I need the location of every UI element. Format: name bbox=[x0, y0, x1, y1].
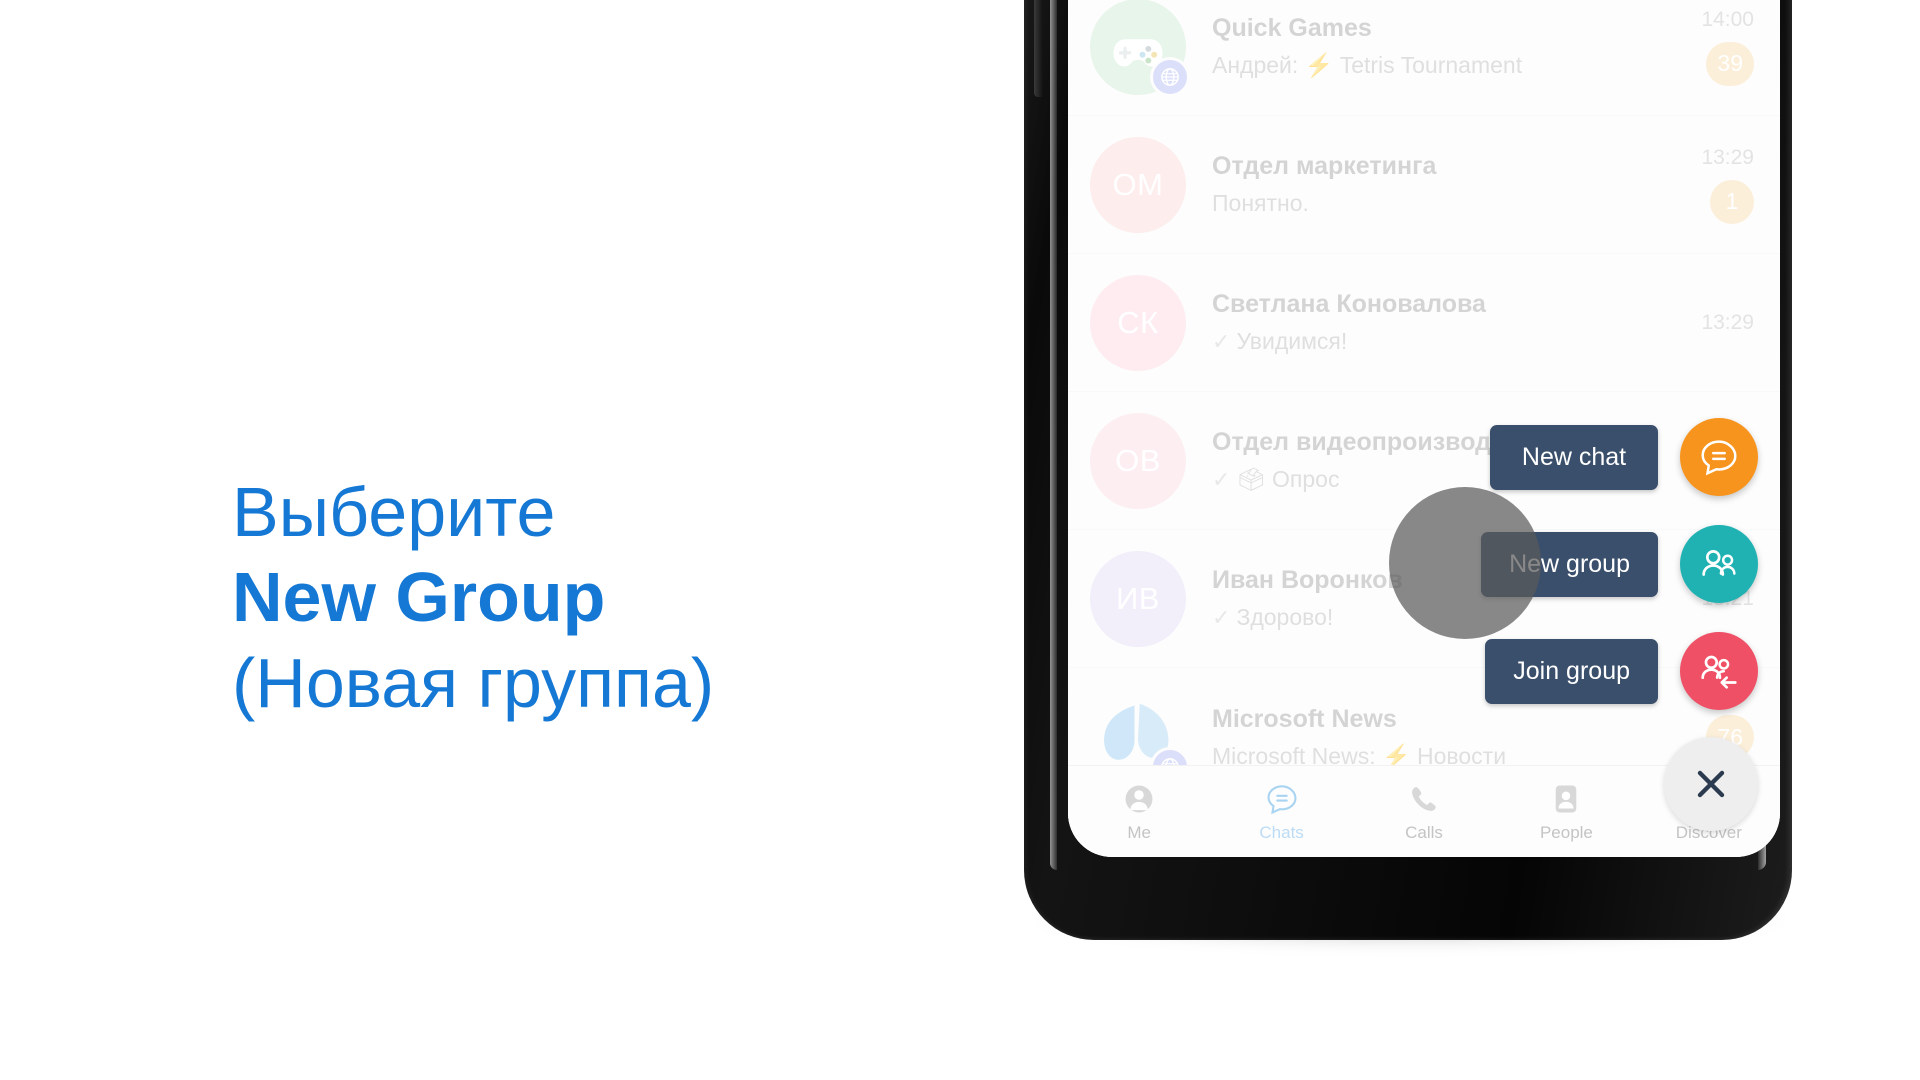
avatar: СК bbox=[1090, 274, 1186, 371]
caption-line-3: (Новая группа) bbox=[232, 643, 715, 722]
read-check-icon: ✓ bbox=[1212, 328, 1231, 354]
chat-title: Отдел маркетинга bbox=[1212, 152, 1437, 180]
person-circle-icon bbox=[1125, 785, 1153, 813]
unread-badge: 1 bbox=[1710, 179, 1754, 224]
fab-button-new-chat[interactable] bbox=[1680, 418, 1758, 496]
fab-menu-item-new-group[interactable]: New group bbox=[1389, 487, 1758, 639]
chat-text-block: Светлана Коновалова ✓ Увидимся! bbox=[1186, 290, 1668, 355]
avatar: ИВ bbox=[1090, 550, 1186, 647]
chat-preview: Андрей: ⚡ Tetris Tournament bbox=[1212, 52, 1668, 79]
phone-left-bezel bbox=[1050, 0, 1057, 870]
two-people-icon bbox=[1702, 550, 1736, 576]
chat-meta: 13:29 1 bbox=[1668, 146, 1754, 224]
chat-timestamp: 13:29 bbox=[1701, 310, 1754, 334]
caption-line-1: Выберите bbox=[232, 473, 556, 551]
read-check-icon: ✓ bbox=[1212, 604, 1231, 630]
chat-preview-text: 🗳 Опрос bbox=[1236, 466, 1340, 492]
fab-menu-item-join-group[interactable]: Join group bbox=[1481, 632, 1758, 710]
chat-meta: 14:00 39 bbox=[1668, 8, 1754, 86]
nav-label-chats: Chats bbox=[1259, 823, 1304, 842]
fab-button-new-group[interactable] bbox=[1680, 525, 1758, 603]
slide-canvas: Выберите New Group (Новая группа) msnMic… bbox=[0, 0, 1920, 1080]
globe-icon bbox=[1161, 67, 1179, 86]
avatar-wrapper: ИВ bbox=[1090, 550, 1186, 647]
chat-list-item[interactable]: ОМ Отдел маркетинга Понятно. 13:29 1 bbox=[1068, 116, 1780, 254]
join-people-icon bbox=[1701, 655, 1737, 689]
chat-meta: 13:29 bbox=[1668, 311, 1754, 335]
unread-badge: 39 bbox=[1706, 41, 1754, 86]
nav-label-people: People bbox=[1539, 823, 1593, 842]
phone-body: msnMicrosoft News: ⚡ Новости79Quick Game… bbox=[1024, 0, 1792, 940]
nav-item-chats[interactable]: Chats bbox=[1210, 780, 1352, 843]
fab-close-button[interactable] bbox=[1664, 737, 1758, 831]
chat-title: Quick Games bbox=[1212, 14, 1372, 42]
avatar-wrapper: СК bbox=[1090, 274, 1186, 371]
caption-line-2: New Group bbox=[232, 558, 606, 637]
fab-label-new-chat[interactable]: New chat bbox=[1490, 424, 1658, 490]
phone-icon bbox=[1412, 787, 1436, 811]
nav-label-calls: Calls bbox=[1405, 823, 1443, 842]
chat-text-block: Quick Games Андрей: ⚡ Tetris Tournament bbox=[1186, 14, 1668, 79]
bot-badge bbox=[1150, 56, 1190, 97]
fab-label-join-group[interactable]: Join group bbox=[1485, 638, 1658, 704]
avatar-wrapper: ОВ bbox=[1090, 412, 1186, 509]
chat-preview-text: Увидимся! bbox=[1236, 328, 1348, 354]
nav-item-me[interactable]: Me bbox=[1068, 780, 1210, 843]
phone-screen: msnMicrosoft News: ⚡ Новости79Quick Game… bbox=[1068, 0, 1780, 857]
avatar: ОВ bbox=[1090, 412, 1186, 509]
chat-preview-text: Здорово! bbox=[1236, 604, 1334, 630]
avatar: ОМ bbox=[1090, 136, 1186, 233]
fab-label-new-group[interactable]: New group bbox=[1481, 531, 1658, 597]
chat-bubble-icon bbox=[1267, 785, 1297, 815]
chat-preview-text: Понятно. bbox=[1212, 190, 1309, 216]
close-icon bbox=[1697, 770, 1725, 798]
fab-action-menu[interactable]: New chat New group Join group bbox=[1389, 418, 1758, 739]
nav-item-calls[interactable]: Calls bbox=[1353, 780, 1495, 843]
nav-item-people[interactable]: People bbox=[1495, 780, 1637, 843]
chat-timestamp: 14:00 bbox=[1701, 7, 1754, 31]
chat-preview: Понятно. bbox=[1212, 190, 1668, 217]
chat-title: Светлана Коновалова bbox=[1212, 290, 1486, 318]
read-check-icon: ✓ bbox=[1212, 466, 1231, 492]
chat-timestamp: 13:29 bbox=[1701, 145, 1754, 169]
chat-preview: ✓ Увидимся! bbox=[1212, 328, 1668, 355]
chat-list-item[interactable]: СК Светлана Коновалова ✓ Увидимся! 13:29 bbox=[1068, 254, 1780, 392]
nav-label-me: Me bbox=[1127, 823, 1152, 842]
caption-block: Выберите New Group (Новая группа) bbox=[232, 470, 992, 726]
fab-menu-item-new-chat[interactable]: New chat bbox=[1481, 418, 1758, 496]
volume-button[interactable] bbox=[1034, 0, 1043, 97]
phone-mockup: msnMicrosoft News: ⚡ Новости79Quick Game… bbox=[1008, 0, 1808, 1000]
chat-bubble-icon bbox=[1701, 440, 1737, 476]
fab-button-join-group[interactable] bbox=[1680, 632, 1758, 710]
chat-preview-text: Андрей: ⚡ Tetris Tournament bbox=[1212, 52, 1523, 78]
avatar-wrapper: ОМ bbox=[1090, 136, 1186, 233]
chat-list-item[interactable]: Quick Games Андрей: ⚡ Tetris Tournament 14… bbox=[1068, 0, 1780, 116]
contact-card-icon bbox=[1556, 785, 1577, 813]
avatar-wrapper bbox=[1090, 0, 1190, 97]
chat-text-block: Отдел маркетинга Понятно. bbox=[1186, 152, 1668, 217]
